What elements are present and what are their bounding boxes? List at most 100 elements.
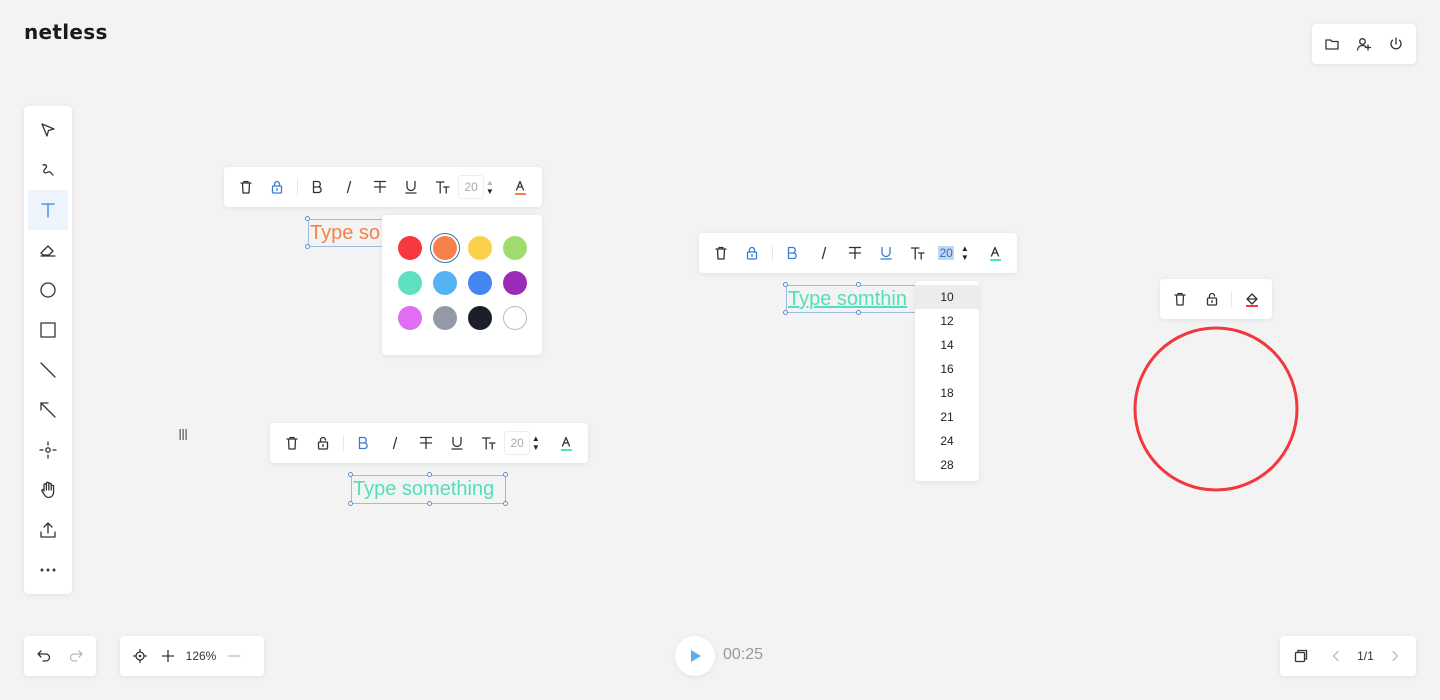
underline-button[interactable] <box>396 173 427 201</box>
resize-handle[interactable] <box>783 282 788 287</box>
bold-button[interactable] <box>777 239 808 267</box>
unlock-button[interactable] <box>307 429 338 457</box>
zoom-in-button[interactable] <box>154 642 182 670</box>
font-color-button[interactable] <box>505 173 536 201</box>
text-tool[interactable] <box>28 190 68 230</box>
color-swatch[interactable] <box>429 232 460 263</box>
font-size-option[interactable]: 12 <box>915 309 979 333</box>
delete-button[interactable] <box>230 173 261 201</box>
delete-button[interactable] <box>1164 285 1196 313</box>
font-size-stepper[interactable]: ▲ ▼ <box>959 241 971 265</box>
font-size-option[interactable]: 21 <box>915 405 979 429</box>
font-size-option[interactable]: 28 <box>915 453 979 477</box>
upload-tool[interactable] <box>28 510 68 550</box>
resize-handle[interactable] <box>783 310 788 315</box>
strikethrough-button[interactable] <box>364 173 395 201</box>
resize-handle[interactable] <box>503 472 508 477</box>
chevron-up-icon[interactable]: ▲ <box>961 244 969 253</box>
reset-view-button[interactable] <box>126 642 154 670</box>
resize-handle[interactable] <box>348 472 353 477</box>
pencil-tool[interactable] <box>28 150 68 190</box>
straight-line-tool[interactable] <box>28 350 68 390</box>
invite-button[interactable] <box>1350 30 1378 58</box>
underline-button[interactable] <box>442 429 473 457</box>
font-size-input[interactable]: 20 <box>933 241 959 265</box>
hand-tool[interactable] <box>28 470 68 510</box>
color-swatch[interactable] <box>467 270 492 295</box>
eraser-tool[interactable] <box>28 230 68 270</box>
resize-handle[interactable] <box>427 501 432 506</box>
circle-shape[interactable] <box>1132 326 1300 492</box>
italic-button[interactable] <box>333 173 364 201</box>
ellipse-tool[interactable] <box>28 270 68 310</box>
color-swatch[interactable] <box>502 235 527 260</box>
italic-button[interactable] <box>808 239 839 267</box>
color-swatch[interactable] <box>467 305 492 330</box>
color-swatch[interactable] <box>467 235 492 260</box>
resize-handle[interactable] <box>305 244 310 249</box>
font-size-stepper[interactable]: ▲ ▼ <box>530 431 542 455</box>
font-size-option[interactable]: 18 <box>915 381 979 405</box>
text-box[interactable]: Type so <box>308 219 388 247</box>
chevron-down-icon[interactable]: ▼ <box>961 253 969 262</box>
rectangle-tool[interactable] <box>28 310 68 350</box>
font-size-option[interactable]: 16 <box>915 357 979 381</box>
font-size-input[interactable]: 20 <box>458 175 484 199</box>
prev-page-button[interactable] <box>1322 642 1350 670</box>
italic-button[interactable] <box>379 429 410 457</box>
lock-button[interactable] <box>736 239 767 267</box>
color-swatch[interactable] <box>502 305 527 330</box>
exit-button[interactable] <box>1382 30 1410 58</box>
next-page-button[interactable] <box>1381 642 1409 670</box>
font-size-button[interactable] <box>902 239 933 267</box>
font-size-input[interactable]: 20 <box>504 431 530 455</box>
font-size-option[interactable]: 24 <box>915 429 979 453</box>
color-swatch[interactable] <box>432 305 457 330</box>
chevron-up-icon[interactable]: ▲ <box>486 178 494 187</box>
chevron-down-icon[interactable]: ▼ <box>486 187 494 196</box>
chevron-down-icon[interactable]: ▼ <box>532 443 540 452</box>
color-swatch[interactable] <box>432 270 457 295</box>
color-swatch[interactable] <box>397 270 422 295</box>
bold-button[interactable] <box>348 429 379 457</box>
color-swatch[interactable] <box>502 270 527 295</box>
color-swatch[interactable] <box>397 235 422 260</box>
text-box[interactable]: Type something <box>351 475 506 504</box>
resize-handle[interactable] <box>427 472 432 477</box>
undo-button[interactable] <box>30 642 58 670</box>
more-tool[interactable] <box>28 550 68 590</box>
play-button[interactable] <box>675 636 715 676</box>
delete-button[interactable] <box>276 429 307 457</box>
resize-handle[interactable] <box>856 282 861 287</box>
unlock-button[interactable] <box>1196 285 1228 313</box>
font-size-stepper[interactable]: ▲ ▼ <box>484 175 496 199</box>
delete-button[interactable] <box>705 239 736 267</box>
font-color-button[interactable] <box>980 239 1011 267</box>
page-preview-button[interactable] <box>1287 642 1315 670</box>
folder-button[interactable] <box>1318 30 1346 58</box>
text-box[interactable]: Type somthin <box>786 285 916 313</box>
resize-handle[interactable] <box>856 310 861 315</box>
resize-handle[interactable] <box>348 501 353 506</box>
font-size-button[interactable] <box>427 173 458 201</box>
resize-handle[interactable] <box>305 216 310 221</box>
color-swatch[interactable] <box>397 305 422 330</box>
zoom-out-button[interactable] <box>220 642 248 670</box>
font-size-option[interactable]: 10 <box>915 285 979 309</box>
arrow-tool[interactable] <box>28 390 68 430</box>
font-color-button[interactable] <box>551 429 582 457</box>
redo-button[interactable] <box>62 642 90 670</box>
font-size-button[interactable] <box>473 429 504 457</box>
chevron-up-icon[interactable]: ▲ <box>532 434 540 443</box>
circle-outline[interactable] <box>1133 326 1299 492</box>
resize-handle[interactable] <box>503 501 508 506</box>
strikethrough-button[interactable] <box>410 429 441 457</box>
selector-tool[interactable] <box>28 110 68 150</box>
font-size-option[interactable]: 14 <box>915 333 979 357</box>
strikethrough-button[interactable] <box>839 239 870 267</box>
stroke-color-button[interactable] <box>1236 285 1268 313</box>
lock-button[interactable] <box>261 173 292 201</box>
underline-button[interactable] <box>871 239 902 267</box>
bold-button[interactable] <box>302 173 333 201</box>
laser-pointer-tool[interactable] <box>28 430 68 470</box>
